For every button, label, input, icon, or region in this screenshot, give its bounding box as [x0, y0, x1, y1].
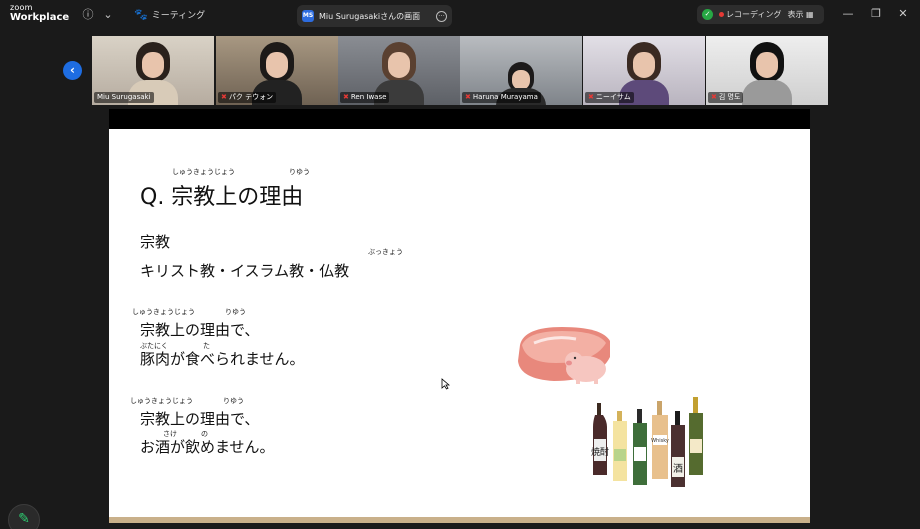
muted-mic-icon: ✖: [711, 93, 717, 101]
bottle-label-sake: 酒: [673, 463, 683, 475]
participant-tile[interactable]: ✖ ニーイサム: [583, 36, 705, 105]
mouse-cursor-icon: [441, 378, 450, 390]
close-icon[interactable]: ✕: [896, 7, 910, 21]
view-button[interactable]: 表示 ▦: [787, 9, 813, 20]
participant-name-label: Miu Surugasaki: [94, 92, 154, 103]
reason-1-line-2: 豚肉が食べられません。: [140, 350, 305, 368]
ruby-text: りゆう: [225, 308, 246, 316]
muted-mic-icon: ✖: [221, 93, 227, 101]
restore-icon[interactable]: ❐: [869, 7, 883, 21]
participant-name-label: ✖ 김 명도: [708, 92, 744, 103]
pencil-icon: ✎: [18, 511, 30, 527]
more-options-icon[interactable]: ···: [436, 10, 447, 22]
grid-view-icon: ▦: [806, 10, 814, 19]
ruby-text: ぶっきょう: [368, 248, 403, 256]
logo-line-1: zoom: [10, 3, 33, 12]
participant-tile[interactable]: ✖ 김 명도: [706, 36, 828, 105]
annotate-pen-button[interactable]: ✎: [8, 504, 40, 529]
zoom-workplace-logo: zoom Workplace: [10, 4, 69, 23]
meeting-label: ミーティング: [151, 11, 206, 21]
religion-list: キリスト教・イスラム教・仏教: [140, 262, 350, 280]
shared-screen-tab[interactable]: MS Miu Surugasakiさんの画面 ···: [297, 5, 452, 27]
religion-heading: 宗教: [140, 233, 171, 251]
ruby-text: りゆう: [289, 168, 310, 176]
title-bar: zoom Workplace ⓘ ⌄ 🐾 ミーティング MS Miu Surug…: [0, 0, 920, 31]
participant-name-label: ✖ ニーイサム: [585, 92, 634, 103]
participant-tile[interactable]: ✖ Haruna Murayama: [460, 36, 582, 105]
participant-tile[interactable]: Miu Surugasaki: [92, 36, 214, 105]
shared-screen-bottom-bar: [109, 517, 810, 523]
participant-name-label: ✖ Haruna Murayama: [462, 92, 541, 103]
previous-page-button[interactable]: ‹: [63, 61, 82, 80]
ruby-text: しゅうきょうじょう: [132, 308, 195, 316]
ruby-text: しゅうきょうじょう: [172, 168, 235, 176]
view-label: 表示: [787, 10, 804, 19]
muted-mic-icon: ✖: [465, 93, 471, 101]
muted-mic-icon: ✖: [343, 93, 349, 101]
reason-2-line-2: お酒が飲めません。: [140, 438, 275, 456]
bottle-label-whisky: Whisky: [651, 438, 669, 444]
participant-video: [742, 42, 792, 105]
bottle-label-shochu: 焼酎: [591, 446, 609, 458]
participant-name-label: ✖ パク テウォン: [218, 92, 277, 103]
security-shield-icon[interactable]: ✓: [702, 9, 713, 20]
recording-dot-icon: [719, 12, 724, 17]
participant-tile[interactable]: ✖ パク テウォン: [216, 36, 338, 105]
tab-title: Miu Surugasakiさんの画面: [319, 11, 421, 21]
slide-title: Q. 宗教上の理由: [140, 185, 304, 210]
paw-icon: 🐾: [134, 8, 148, 21]
participant-name-label: ✖ Ren Iwase: [340, 92, 390, 103]
reason-2-line-1: 宗教上の理由で、: [140, 410, 260, 428]
recording-status-pill[interactable]: ✓ レコーディング 表示 ▦: [697, 5, 824, 24]
recording-label: レコーディング: [726, 10, 782, 19]
reason-1-line-1: 宗教上の理由で、: [140, 321, 260, 339]
logo-line-2: Workplace: [10, 12, 70, 23]
shared-screen-top-bar: [109, 109, 810, 129]
ruby-text: しゅうきょうじょう: [130, 397, 193, 405]
alcohol-bottles-illustration: 焼酎 Whisky 酒: [591, 397, 703, 487]
chevron-down-icon[interactable]: ⌄: [101, 8, 115, 22]
pork-illustration: [518, 327, 610, 384]
shared-slide: しゅうきょうじょう りゆう Q. 宗教上の理由 宗教 ぶっきょう キリスト教・イ…: [109, 129, 810, 517]
meeting-menu-button[interactable]: 🐾 ミーティング: [134, 8, 205, 21]
muted-mic-icon: ✖: [588, 93, 594, 101]
minimize-icon[interactable]: —: [841, 7, 855, 21]
participant-tile[interactable]: ✖ Ren Iwase: [338, 36, 460, 105]
recording-indicator: レコーディング: [719, 9, 781, 20]
info-icon[interactable]: ⓘ: [81, 8, 95, 22]
ruby-text: りゆう: [223, 397, 244, 405]
sharer-badge: MS: [302, 10, 314, 22]
